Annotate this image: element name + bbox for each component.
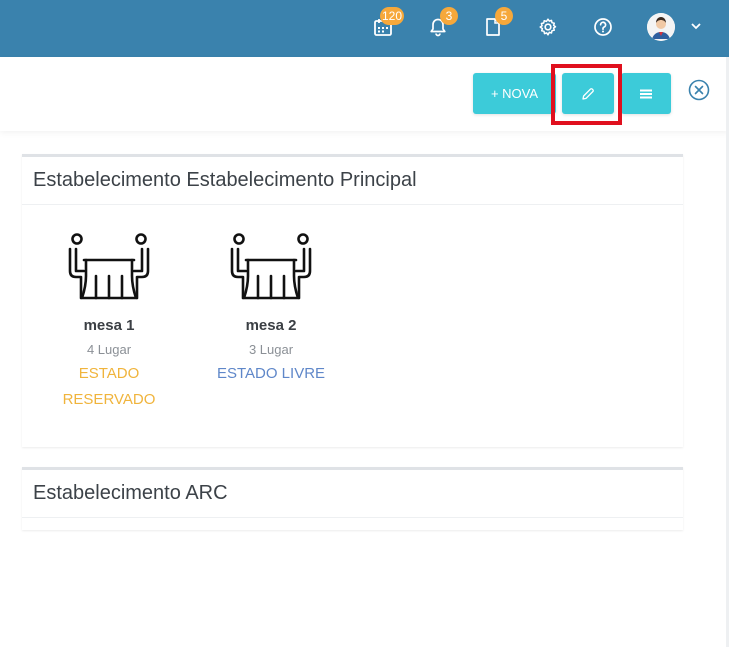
- table-status: ESTADO RESERVADO: [49, 361, 169, 413]
- table-status-line2: RESERVADO: [62, 391, 156, 408]
- documents-button[interactable]: 5: [481, 7, 513, 39]
- dining-table-icon: [230, 233, 312, 300]
- list-icon: [640, 89, 652, 98]
- table-name: mesa 2: [245, 317, 297, 334]
- table-card-mesa-1[interactable]: mesa 1 4 Lugar ESTADO RESERVADO: [49, 232, 169, 413]
- top-navbar: 120 3 5: [0, 0, 729, 57]
- table-status: ESTADO LIVRE: [211, 361, 331, 387]
- dining-table-icon: [68, 233, 150, 300]
- establishment-title: Estabelecimento Estabelecimento Principa…: [22, 157, 683, 205]
- table-status-line1: ESTADO: [78, 365, 140, 382]
- notifications-badge: 3: [440, 7, 458, 25]
- table-status-line1: ESTADO LIVRE: [216, 365, 326, 382]
- avatar-icon: [647, 13, 675, 41]
- chevron-down-icon[interactable]: [690, 20, 702, 32]
- calendar-button[interactable]: 120: [371, 7, 405, 39]
- help-button[interactable]: [591, 15, 615, 39]
- establishment-card-principal: Estabelecimento Estabelecimento Principa…: [22, 154, 683, 447]
- gear-icon: [539, 18, 557, 36]
- table-seats: 3 Lugar: [248, 342, 294, 357]
- table-card-mesa-2[interactable]: mesa 2 3 Lugar ESTADO LIVRE: [211, 232, 331, 387]
- table-seats: 4 Lugar: [86, 342, 132, 357]
- establishment-card-arc: Estabelecimento ARC: [22, 467, 683, 530]
- edit-button-highlight: [551, 64, 622, 125]
- user-avatar[interactable]: [647, 13, 675, 41]
- calendar-badge: 120: [380, 7, 405, 25]
- close-circle-icon[interactable]: [688, 79, 710, 101]
- new-button-label: + NOVA: [490, 86, 539, 101]
- help-icon: [594, 18, 612, 36]
- new-button[interactable]: + NOVA: [473, 73, 556, 114]
- settings-button[interactable]: [536, 15, 560, 39]
- notifications-button[interactable]: 3: [426, 7, 458, 39]
- table-name: mesa 1: [83, 317, 135, 334]
- documents-badge: 5: [495, 7, 513, 25]
- establishment-title: Estabelecimento ARC: [22, 470, 683, 518]
- menu-button[interactable]: [621, 73, 671, 114]
